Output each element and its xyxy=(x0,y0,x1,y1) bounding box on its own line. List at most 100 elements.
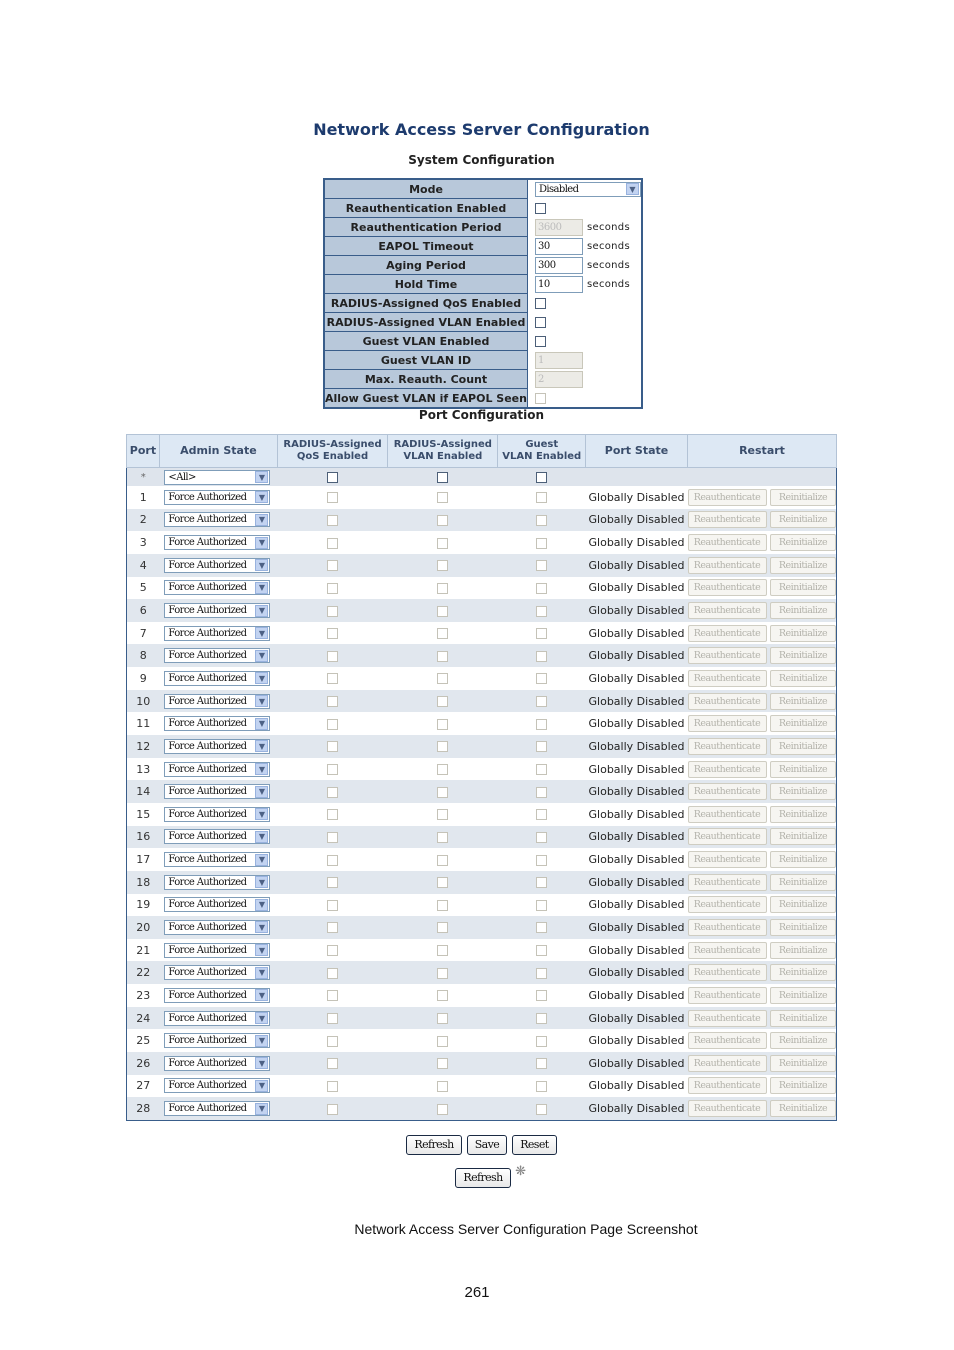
reauthenticate-button[interactable]: Reauthenticate xyxy=(687,737,767,755)
reinitialize-button[interactable]: Reinitialize xyxy=(770,964,836,982)
reauthenticate-button[interactable]: Reauthenticate xyxy=(687,511,767,529)
guest-vlan-checkbox[interactable] xyxy=(536,877,548,889)
radius-qos-checkbox[interactable] xyxy=(326,718,338,730)
admin-state-select[interactable]: Force Authorized ▼ xyxy=(164,806,271,822)
reauthenticate-button[interactable]: Reauthenticate xyxy=(687,1054,767,1072)
reauth-enabled-checkbox[interactable] xyxy=(534,203,546,214)
reinitialize-button[interactable]: Reinitialize xyxy=(770,828,836,846)
admin-state-select[interactable]: Force Authorized ▼ xyxy=(164,852,271,868)
refresh-button[interactable]: Refresh xyxy=(406,1135,462,1155)
reauthenticate-button[interactable]: Reauthenticate xyxy=(687,1100,767,1118)
radius-vlan-checkbox[interactable] xyxy=(437,1058,449,1070)
radius-qos-checkbox[interactable] xyxy=(326,990,338,1002)
admin-state-select[interactable]: Force Authorized ▼ xyxy=(164,784,271,800)
admin-state-select[interactable]: Force Authorized ▼ xyxy=(164,670,271,686)
radius-vlan-checkbox[interactable] xyxy=(437,537,449,549)
guest-vlan-checkbox[interactable] xyxy=(536,696,548,708)
reinitialize-button[interactable]: Reinitialize xyxy=(770,579,836,597)
allow-guest-checkbox[interactable] xyxy=(534,392,546,404)
reinitialize-button[interactable]: Reinitialize xyxy=(770,918,836,936)
radius-qos-checkbox[interactable] xyxy=(326,537,338,549)
admin-state-select[interactable]: Force Authorized ▼ xyxy=(164,535,271,551)
guest-vlan-checkbox[interactable] xyxy=(536,967,548,979)
radius-qos-checkbox[interactable] xyxy=(326,628,338,640)
reauthenticate-button[interactable]: Reauthenticate xyxy=(687,624,767,642)
reinitialize-button[interactable]: Reinitialize xyxy=(770,760,836,778)
radius-qos-checkbox[interactable] xyxy=(326,1080,338,1092)
guest-vlan-id-input[interactable] xyxy=(534,351,583,369)
aging-period-input[interactable] xyxy=(534,256,583,274)
reinitialize-button[interactable]: Reinitialize xyxy=(770,1032,836,1050)
reauthenticate-button[interactable]: Reauthenticate xyxy=(687,1009,767,1027)
radius-qos-checkbox[interactable] xyxy=(326,809,338,821)
max-reauth-input[interactable] xyxy=(534,370,583,388)
radius-qos-checkbox[interactable] xyxy=(326,650,338,662)
radius-vlan-checkbox[interactable] xyxy=(437,922,449,934)
admin-state-select[interactable]: Force Authorized ▼ xyxy=(164,1033,271,1049)
admin-state-select[interactable]: Force Authorized ▼ xyxy=(164,716,271,732)
admin-state-select[interactable]: Force Authorized ▼ xyxy=(164,919,271,935)
radius-vlan-checkbox[interactable] xyxy=(437,786,449,798)
reinitialize-button[interactable]: Reinitialize xyxy=(770,986,836,1004)
radius-vlan-checkbox[interactable] xyxy=(437,718,449,730)
admin-state-select[interactable]: Force Authorized ▼ xyxy=(164,693,271,709)
radius-vlan-checkbox[interactable] xyxy=(437,1035,449,1047)
radius-vlan-checkbox[interactable] xyxy=(437,1013,449,1025)
radius-vlan-checkbox[interactable] xyxy=(437,1103,449,1115)
radius-qos-checkbox[interactable] xyxy=(326,786,338,798)
guest-vlan-checkbox[interactable] xyxy=(536,537,548,549)
reauthenticate-button[interactable]: Reauthenticate xyxy=(687,986,767,1004)
reinitialize-button[interactable]: Reinitialize xyxy=(770,783,836,801)
guest-vlan-checkbox[interactable] xyxy=(536,809,548,821)
reauthenticate-button[interactable]: Reauthenticate xyxy=(687,534,767,552)
radius-qos-checkbox[interactable] xyxy=(326,1103,338,1115)
reauthenticate-button[interactable]: Reauthenticate xyxy=(687,805,767,823)
radius-vlan-checkbox[interactable] xyxy=(437,650,449,662)
guest-vlan-checkbox[interactable] xyxy=(536,854,548,866)
reinitialize-button[interactable]: Reinitialize xyxy=(770,851,836,869)
radius-vlan-checkbox[interactable] xyxy=(437,628,449,640)
radius-vlan-checkbox[interactable] xyxy=(437,899,449,911)
admin-state-select[interactable]: Force Authorized ▼ xyxy=(164,942,271,958)
reinitialize-button[interactable]: Reinitialize xyxy=(770,511,836,529)
reauthenticate-button[interactable]: Reauthenticate xyxy=(687,896,767,914)
reauthenticate-button[interactable]: Reauthenticate xyxy=(687,579,767,597)
reauthenticate-button[interactable]: Reauthenticate xyxy=(687,602,767,620)
guest-vlan-checkbox[interactable] xyxy=(536,673,548,685)
admin-state-select[interactable]: Force Authorized ▼ xyxy=(164,603,271,619)
guest-vlan-checkbox[interactable] xyxy=(536,582,548,594)
guest-vlan-checkbox[interactable] xyxy=(536,786,548,798)
reinitialize-button[interactable]: Reinitialize xyxy=(770,941,836,959)
radius-vlan-checkbox[interactable] xyxy=(437,945,449,957)
reauthenticate-button[interactable]: Reauthenticate xyxy=(687,715,767,733)
all-guest-vlan-checkbox[interactable] xyxy=(536,472,548,483)
radius-qos-checkbox[interactable] xyxy=(326,514,338,526)
mode-select[interactable]: Disabled ▼ xyxy=(534,181,641,197)
reauthenticate-button[interactable]: Reauthenticate xyxy=(687,1077,767,1095)
admin-state-select[interactable]: Force Authorized ▼ xyxy=(164,489,271,505)
radius-qos-checkbox[interactable] xyxy=(326,1058,338,1070)
radius-vlan-checkbox[interactable] xyxy=(437,1080,449,1092)
radius-qos-checkbox[interactable] xyxy=(326,560,338,572)
reinitialize-button[interactable]: Reinitialize xyxy=(770,624,836,642)
reauthenticate-button[interactable]: Reauthenticate xyxy=(687,941,767,959)
admin-state-select[interactable]: Force Authorized ▼ xyxy=(164,648,271,664)
reinitialize-button[interactable]: Reinitialize xyxy=(770,692,836,710)
admin-state-select[interactable]: Force Authorized ▼ xyxy=(164,829,271,845)
guest-vlan-checkbox[interactable] xyxy=(536,492,548,504)
all-radius-qos-checkbox[interactable] xyxy=(326,472,338,483)
guest-vlan-checkbox[interactable] xyxy=(536,560,548,572)
guest-vlan-enabled-checkbox[interactable] xyxy=(534,336,546,347)
reauthenticate-button[interactable]: Reauthenticate xyxy=(687,783,767,801)
all-admin-state-select[interactable]: <All> ▼ xyxy=(164,469,271,485)
radius-vlan-checkbox[interactable] xyxy=(437,696,449,708)
admin-state-select[interactable]: Force Authorized ▼ xyxy=(164,625,271,641)
radius-qos-checkbox[interactable] xyxy=(326,582,338,594)
admin-state-select[interactable]: Force Authorized ▼ xyxy=(164,580,271,596)
reinitialize-button[interactable]: Reinitialize xyxy=(770,715,836,733)
admin-state-select[interactable]: Force Authorized ▼ xyxy=(164,557,271,573)
radius-qos-checkbox[interactable] xyxy=(326,967,338,979)
reinitialize-button[interactable]: Reinitialize xyxy=(770,873,836,891)
radius-qos-checkbox[interactable] xyxy=(326,673,338,685)
guest-vlan-checkbox[interactable] xyxy=(536,605,548,617)
